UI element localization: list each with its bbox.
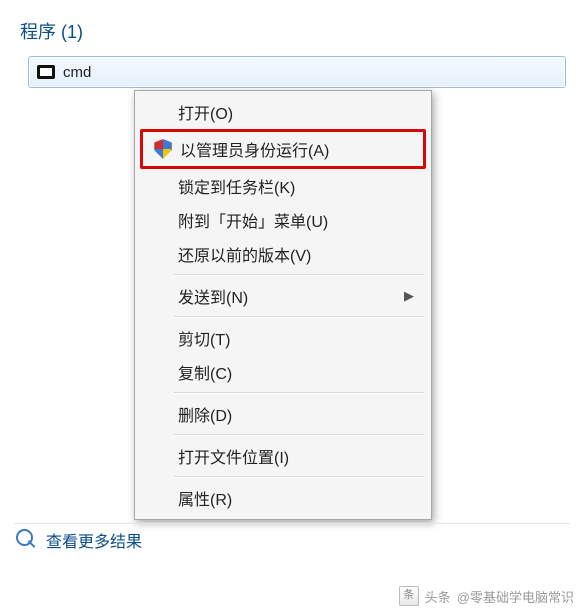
menu-pin-taskbar[interactable]: 锁定到任务栏(K) xyxy=(138,169,428,203)
watermark-text: @零基础学电脑常识 xyxy=(457,587,574,606)
menu-pin-start[interactable]: 附到「开始」菜单(U) xyxy=(138,203,428,237)
menu-open-location[interactable]: 打开文件位置(I) xyxy=(138,439,428,473)
menu-run-as-admin[interactable]: 以管理员身份运行(A) xyxy=(140,129,426,169)
menu-cut[interactable]: 剪切(T) xyxy=(138,321,428,355)
search-icon xyxy=(16,529,38,551)
menu-delete[interactable]: 删除(D) xyxy=(138,397,428,431)
divider xyxy=(14,523,570,524)
shield-icon xyxy=(153,139,173,159)
watermark: 条 头条 @零基础学电脑常识 xyxy=(399,586,574,606)
cmd-icon xyxy=(37,64,55,80)
section-header: 程序 (1) xyxy=(0,0,584,50)
menu-open[interactable]: 打开(O) xyxy=(138,95,428,129)
search-result-cmd[interactable]: cmd xyxy=(28,56,566,88)
watermark-prefix: 头条 xyxy=(425,587,451,606)
see-more-results[interactable]: 查看更多结果 xyxy=(16,528,142,552)
menu-separator xyxy=(174,316,424,318)
menu-send-to[interactable]: 发送到(N) ▶ xyxy=(138,279,428,313)
context-menu: 打开(O) 以管理员身份运行(A) 锁定到任务栏(K) 附到「开始」菜单(U) … xyxy=(134,90,432,520)
result-label: cmd xyxy=(63,64,91,81)
chevron-right-icon: ▶ xyxy=(404,288,414,304)
menu-restore-previous[interactable]: 还原以前的版本(V) xyxy=(138,237,428,271)
menu-separator xyxy=(174,476,424,478)
see-more-label: 查看更多结果 xyxy=(46,528,142,552)
section-title: 程序 (1) xyxy=(20,22,83,42)
menu-separator xyxy=(174,434,424,436)
menu-separator xyxy=(174,392,424,394)
menu-copy[interactable]: 复制(C) xyxy=(138,355,428,389)
menu-separator xyxy=(174,274,424,276)
menu-properties[interactable]: 属性(R) xyxy=(138,481,428,515)
watermark-logo-icon: 条 xyxy=(399,586,419,606)
